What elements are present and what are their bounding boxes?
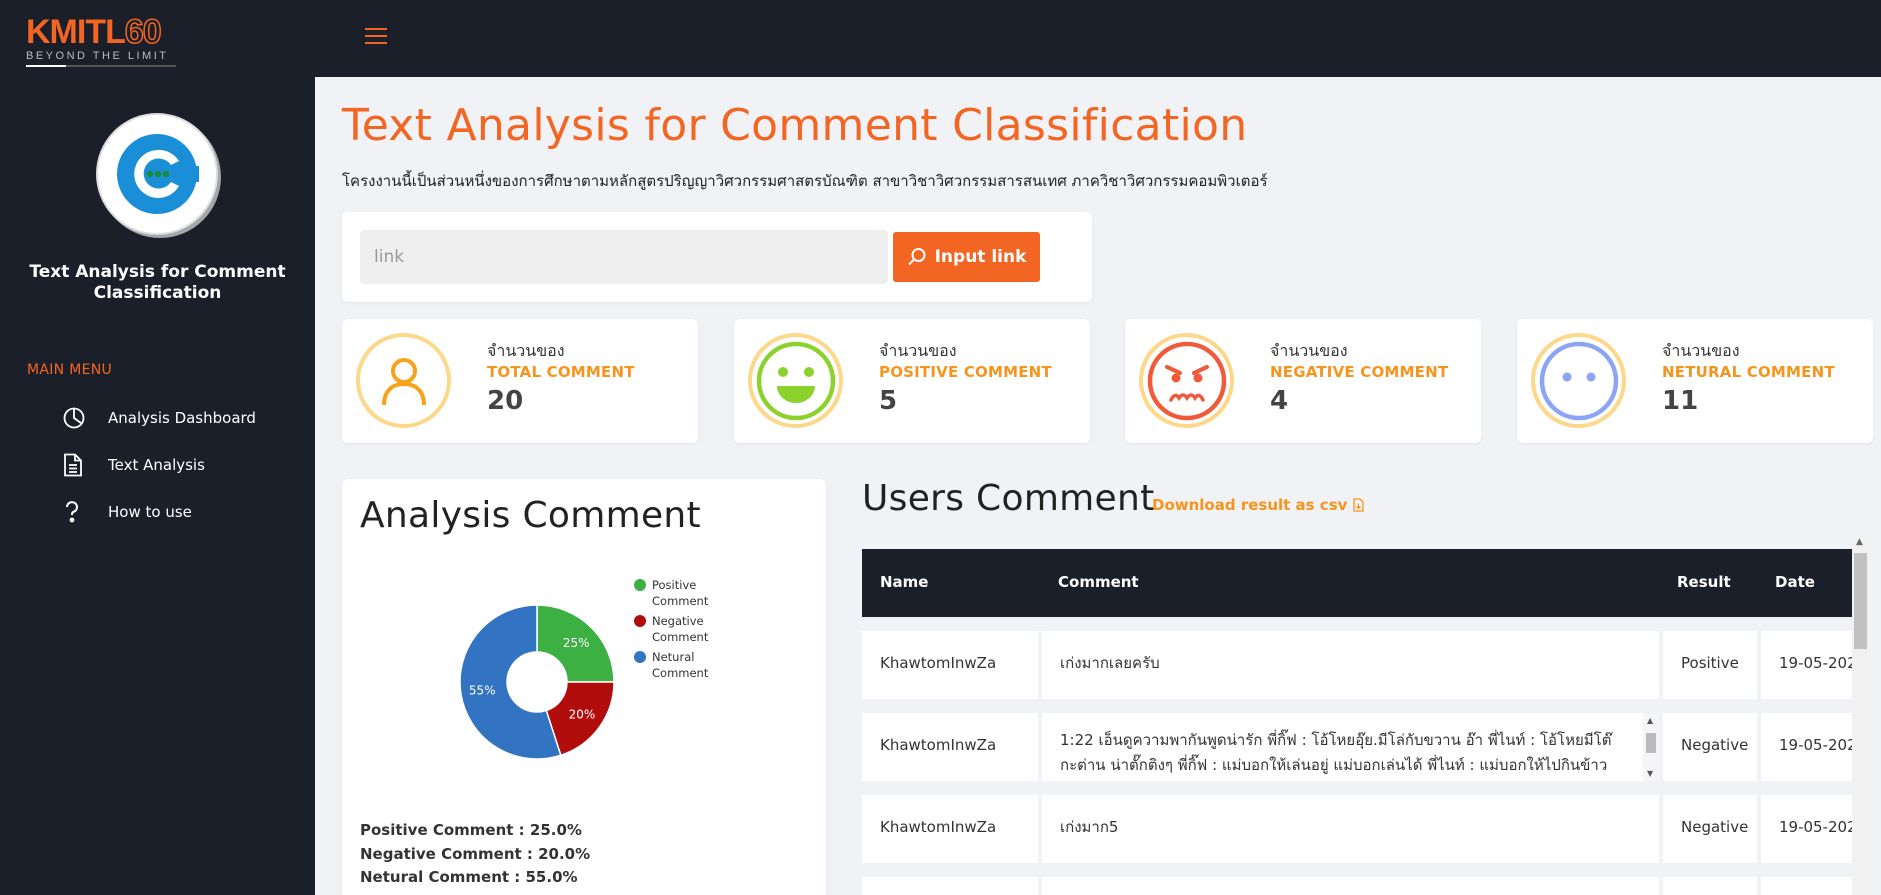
legend-swatch bbox=[634, 615, 646, 627]
row-result: Negative bbox=[1681, 818, 1749, 836]
row-name: KhawtomInwZa bbox=[880, 654, 997, 672]
sidebar-item-analysis-dashboard[interactable]: Analysis Dashboard bbox=[62, 394, 256, 441]
main-menu: Analysis Dashboard Text Analysis How to … bbox=[62, 394, 256, 535]
legend-label[interactable]: Netural Comment bbox=[652, 650, 709, 680]
stat-value: 11 bbox=[1662, 386, 1699, 416]
sidebar-item-label: Text Analysis bbox=[108, 455, 205, 474]
analysis-comment-title: Analysis Comment bbox=[360, 495, 701, 536]
row-date: 19-05-202 bbox=[1779, 736, 1852, 754]
table-scrollbar[interactable]: ▲ bbox=[1852, 535, 1869, 895]
row-comment: เก่งมากเลยครับ bbox=[1060, 654, 1160, 672]
link-input[interactable] bbox=[360, 230, 888, 284]
slice-label: 55% bbox=[469, 684, 496, 698]
sidebar-item-text-analysis[interactable]: Text Analysis bbox=[62, 441, 256, 488]
stat-prefix: จำนวนของ bbox=[487, 341, 565, 360]
chat-bubble-logo-icon bbox=[117, 134, 199, 214]
comment-scrollbar[interactable]: ▲ ▼ bbox=[1643, 713, 1659, 781]
row-date: 19-05-202 bbox=[1779, 654, 1852, 672]
slice-label: 20% bbox=[569, 708, 596, 722]
row-name: KhawtomInwZa bbox=[880, 736, 997, 754]
download-csv-link[interactable]: Download result as csv bbox=[1152, 496, 1365, 514]
stat-card-total: จำนวนของ TOTAL COMMENT 20 bbox=[342, 319, 698, 443]
logo-tagline: BEYOND THE LIMIT bbox=[26, 50, 169, 62]
search-icon bbox=[907, 248, 926, 266]
logo-text-a: KMITL bbox=[26, 13, 126, 51]
person-icon bbox=[356, 333, 451, 428]
legend-swatch bbox=[634, 651, 646, 663]
logo-text-b: 60 bbox=[124, 13, 162, 51]
summary-line-negative: Negative Comment : 20.0% bbox=[360, 844, 591, 863]
scrollbar-thumb[interactable] bbox=[1854, 553, 1867, 649]
sidebar-item-label: How to use bbox=[108, 502, 192, 521]
table-row[interactable]: KhawtomInwZa 1:22 เอ็นดูความพากันพูดน่าร… bbox=[862, 713, 1852, 781]
summary-line-positive: Positive Comment : 25.0% bbox=[360, 821, 582, 839]
row-comment: 1:22 เอ็นดูความพากันพูดน่ารัก พี่กิ๊ฟ : … bbox=[1060, 731, 1612, 774]
stat-value: 4 bbox=[1270, 386, 1289, 416]
page-title: Text Analysis for Comment Classification bbox=[342, 100, 1248, 151]
stat-label: POSITIVE COMMENT bbox=[879, 363, 1052, 381]
stat-prefix: จำนวนของ bbox=[879, 341, 957, 360]
row-date: 19-05-202 bbox=[1779, 818, 1852, 836]
pie-chart-icon bbox=[62, 405, 92, 431]
stat-prefix: จำนวนของ bbox=[1270, 341, 1348, 360]
file-download-icon bbox=[1353, 498, 1365, 512]
stat-value: 5 bbox=[879, 386, 898, 416]
question-icon bbox=[62, 499, 92, 525]
column-header-name: Name bbox=[880, 573, 929, 591]
column-header-comment: Comment bbox=[1058, 573, 1139, 591]
stat-prefix: จำนวนของ bbox=[1662, 341, 1740, 360]
row-comment: เก่งมาก5 bbox=[1060, 818, 1119, 836]
stat-card-neutral: จำนวนของ NETURAL COMMENT 11 bbox=[1517, 319, 1873, 443]
comments-table-header: Name Comment Result Date bbox=[862, 549, 1852, 617]
neutral-face-icon bbox=[1531, 333, 1626, 428]
comment-donut-chart: 25% 20% 55% Positive Comment Negative Comment N… bbox=[459, 578, 709, 760]
stat-value: 20 bbox=[487, 386, 524, 416]
kmitl-logo[interactable]: KMITL60 BEYOND THE LIMIT bbox=[26, 13, 186, 72]
stat-card-negative: จำนวนของ NEGATIVE COMMENT 4 bbox=[1125, 319, 1481, 443]
download-csv-label: Download result as csv bbox=[1152, 496, 1348, 514]
slice-label: 25% bbox=[563, 636, 590, 650]
logo-underline bbox=[26, 65, 176, 67]
comment-scroll-box[interactable]: 1:22 เอ็นดูความพากันพูดน่ารัก พี่กิ๊ฟ : … bbox=[1042, 713, 1659, 781]
table-row[interactable] bbox=[862, 877, 1852, 895]
row-result: Positive bbox=[1681, 654, 1739, 672]
angry-face-icon bbox=[1139, 333, 1234, 428]
column-header-date: Date bbox=[1775, 573, 1815, 591]
smile-face-icon bbox=[748, 333, 843, 428]
analysis-summary: Positive Comment : 25.0% Negative Commen… bbox=[360, 819, 590, 890]
hamburger-menu-icon[interactable] bbox=[365, 28, 387, 46]
row-result: Negative bbox=[1681, 736, 1749, 754]
top-bar bbox=[315, 0, 1881, 77]
stat-label: TOTAL COMMENT bbox=[487, 363, 635, 381]
main-menu-heading: MAIN MENU bbox=[27, 362, 113, 378]
table-row[interactable]: KhawtomInwZa เก่งมาก5 Negative 19-05-202 bbox=[862, 795, 1852, 863]
sidebar: KMITL60 BEYOND THE LIMIT Text Analysis f… bbox=[0, 0, 315, 895]
sidebar-app-title: Text Analysis for Comment Classification bbox=[29, 262, 286, 303]
link-input-card: Input link bbox=[342, 212, 1092, 302]
legend-label[interactable]: Positive Comment bbox=[652, 578, 709, 608]
row-name: KhawtomInwZa bbox=[880, 818, 997, 836]
users-comment-title: Users Comment bbox=[862, 478, 1155, 519]
table-row[interactable]: KhawtomInwZa เก่งมากเลยครับ Positive 19-… bbox=[862, 631, 1852, 699]
legend-swatch bbox=[634, 579, 646, 591]
stat-card-positive: จำนวนของ POSITIVE COMMENT 5 bbox=[734, 319, 1090, 443]
analysis-comment-card: Analysis Comment 25% 20% 55% Positive Commen… bbox=[342, 479, 826, 895]
column-header-result: Result bbox=[1677, 573, 1731, 591]
input-link-button-label: Input link bbox=[934, 247, 1027, 267]
document-icon bbox=[62, 452, 92, 478]
legend-label[interactable]: Negative Comment bbox=[652, 614, 709, 644]
input-link-button[interactable]: Input link bbox=[893, 232, 1040, 282]
stat-label: NEGATIVE COMMENT bbox=[1270, 363, 1449, 381]
app-avatar bbox=[96, 113, 218, 235]
summary-line-neutral: Netural Comment : 55.0% bbox=[360, 868, 578, 886]
page-subtitle: โครงงานนี้เป็นส่วนหนึ่งของการศึกษาตามหลั… bbox=[342, 172, 1268, 190]
stat-label: NETURAL COMMENT bbox=[1662, 363, 1835, 381]
sidebar-item-label: Analysis Dashboard bbox=[108, 408, 256, 427]
sidebar-item-how-to-use[interactable]: How to use bbox=[62, 488, 256, 535]
